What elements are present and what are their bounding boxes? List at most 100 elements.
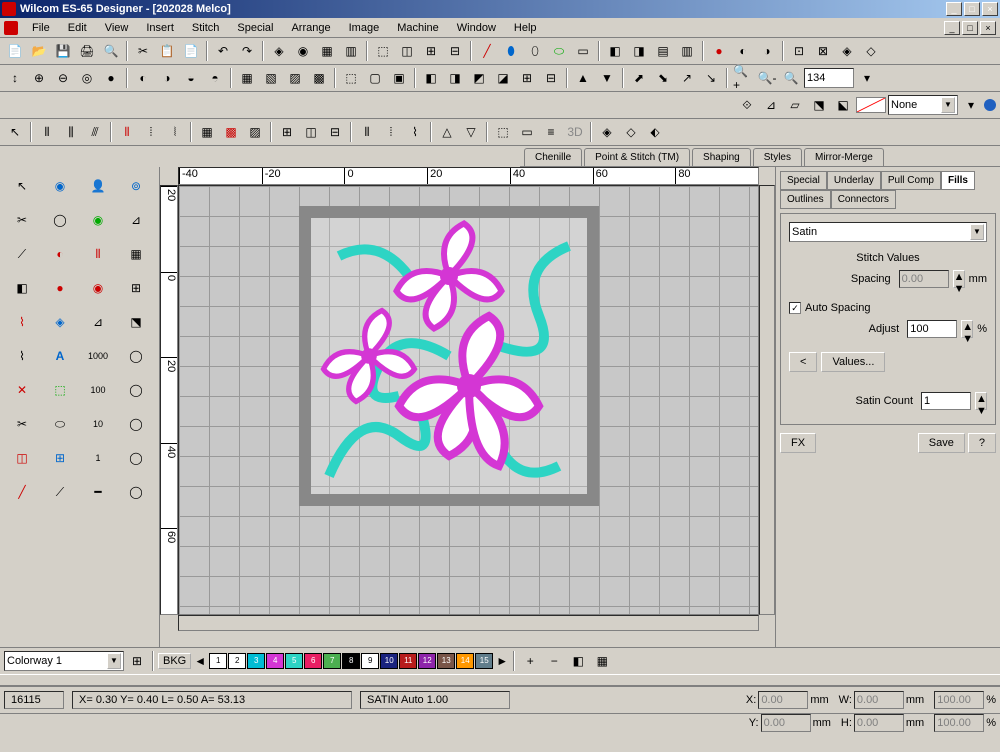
open-button[interactable]: 📂 bbox=[28, 40, 50, 62]
dropdown-arrow-icon[interactable]: ▾ bbox=[856, 67, 878, 89]
paste-button[interactable]: 📄 bbox=[180, 40, 202, 62]
stitch-tool[interactable]: ⫻ bbox=[84, 121, 106, 143]
tab-connectors[interactable]: Connectors bbox=[831, 190, 896, 209]
design-canvas[interactable] bbox=[178, 185, 759, 615]
dropdown-arrow-icon[interactable]: ▼ bbox=[970, 224, 984, 240]
minimize-button[interactable]: _ bbox=[946, 2, 962, 16]
add-color-button[interactable]: + bbox=[519, 650, 541, 672]
tool[interactable]: ◧ bbox=[4, 273, 40, 303]
remove-color-button[interactable]: − bbox=[543, 650, 565, 672]
tool-button[interactable]: ⊟ bbox=[540, 67, 562, 89]
menu-file[interactable]: File bbox=[24, 20, 58, 36]
tool-button[interactable]: ▦ bbox=[236, 67, 258, 89]
tool-button[interactable]: ◐ bbox=[732, 40, 754, 62]
color-swatch[interactable]: 14 bbox=[456, 653, 474, 669]
tool-button[interactable]: ◎ bbox=[76, 67, 98, 89]
child-minimize-button[interactable]: _ bbox=[944, 21, 960, 35]
tool[interactable]: ◉ bbox=[80, 205, 116, 235]
tool[interactable]: ⊚ bbox=[118, 171, 154, 201]
tool-button[interactable]: ▩ bbox=[308, 67, 330, 89]
stitch-tool[interactable]: ▽ bbox=[460, 121, 482, 143]
tool-button[interactable]: ⟐ bbox=[736, 94, 758, 116]
tool[interactable]: ⬚ bbox=[42, 375, 78, 405]
color-swatch[interactable]: 1 bbox=[209, 653, 227, 669]
tool-button[interactable]: ● bbox=[708, 40, 730, 62]
stitch-tool[interactable]: ⊞ bbox=[276, 121, 298, 143]
color-swatch[interactable]: 6 bbox=[304, 653, 322, 669]
tool-button[interactable]: ◉ bbox=[292, 40, 314, 62]
tool[interactable]: ━ bbox=[80, 477, 116, 507]
color-swatch[interactable]: 7 bbox=[323, 653, 341, 669]
tool-button[interactable]: ⊞ bbox=[420, 40, 442, 62]
dropdown-arrow-icon[interactable]: ▼ bbox=[107, 653, 121, 669]
tool-button[interactable]: ◪ bbox=[492, 67, 514, 89]
tool-button[interactable]: ⊿ bbox=[760, 94, 782, 116]
tool-button[interactable]: ⬕ bbox=[832, 94, 854, 116]
color-swatch[interactable]: 15 bbox=[475, 653, 493, 669]
preview-button[interactable]: 🔍 bbox=[100, 40, 122, 62]
tool-button[interactable]: ▱ bbox=[784, 94, 806, 116]
stitch-tool[interactable]: ⦀ bbox=[356, 121, 378, 143]
tool[interactable]: 1000 bbox=[80, 341, 116, 371]
color-swatch[interactable]: 2 bbox=[228, 653, 246, 669]
tab-special[interactable]: Special bbox=[780, 171, 827, 190]
tool-button[interactable]: ● bbox=[100, 67, 122, 89]
tool-button[interactable]: ╱ bbox=[476, 40, 498, 62]
nav-next-button[interactable]: ► bbox=[495, 653, 509, 669]
tab-styles[interactable]: Styles bbox=[753, 148, 802, 166]
stitch-tool[interactable]: ▩ bbox=[220, 121, 242, 143]
stitch-tool[interactable]: ◈ bbox=[596, 121, 618, 143]
menu-image[interactable]: Image bbox=[341, 20, 388, 36]
values-button[interactable]: Values... bbox=[821, 352, 885, 372]
tool[interactable]: ✂ bbox=[4, 409, 40, 439]
tool-button[interactable]: ↕ bbox=[4, 67, 26, 89]
tool-button[interactable]: ▥ bbox=[340, 40, 362, 62]
tool-button[interactable]: ⊟ bbox=[444, 40, 466, 62]
dropdown-arrow-icon[interactable]: ▼ bbox=[941, 97, 955, 113]
tool[interactable]: ⊿ bbox=[118, 205, 154, 235]
tool[interactable]: ◯ bbox=[118, 375, 154, 405]
maximize-button[interactable]: □ bbox=[964, 2, 980, 16]
satin-count-spinner[interactable]: ▲▼ bbox=[975, 392, 987, 410]
tab-outlines[interactable]: Outlines bbox=[780, 190, 831, 209]
print-button[interactable]: 🖨 bbox=[76, 40, 98, 62]
tool-button[interactable]: ⊠ bbox=[812, 40, 834, 62]
copy-button[interactable]: 📋 bbox=[156, 40, 178, 62]
menu-special[interactable]: Special bbox=[229, 20, 281, 36]
tool-button[interactable]: ⬯ bbox=[524, 40, 546, 62]
tool[interactable]: ⌇ bbox=[4, 307, 40, 337]
values-nav-button[interactable]: < bbox=[789, 352, 817, 372]
select-tool[interactable]: ↖ bbox=[4, 121, 26, 143]
tool[interactable]: ◐ bbox=[42, 239, 78, 269]
tab-pull-comp[interactable]: Pull Comp bbox=[881, 171, 941, 190]
tool-button[interactable]: ◨ bbox=[444, 67, 466, 89]
colorway-tool[interactable]: ⊞ bbox=[126, 650, 148, 672]
tool-button[interactable]: ⊕ bbox=[28, 67, 50, 89]
tab-underlay[interactable]: Underlay bbox=[827, 171, 881, 190]
tool[interactable]: 10 bbox=[80, 409, 116, 439]
tab-fills[interactable]: Fills bbox=[941, 171, 975, 190]
tool[interactable]: ◯ bbox=[118, 477, 154, 507]
dropdown-arrow-icon[interactable]: ▾ bbox=[960, 94, 982, 116]
menu-machine[interactable]: Machine bbox=[389, 20, 447, 36]
tool-button[interactable]: ◓ bbox=[204, 67, 226, 89]
zoom-out-button[interactable]: 🔍- bbox=[756, 67, 778, 89]
color-swatch[interactable]: 13 bbox=[437, 653, 455, 669]
stitch-tool[interactable]: ⫼ bbox=[60, 121, 82, 143]
tool-button[interactable]: ▦ bbox=[316, 40, 338, 62]
colorway-dropdown[interactable]: Colorway 1 ▼ bbox=[4, 651, 124, 671]
tool-button[interactable]: ↗ bbox=[676, 67, 698, 89]
tool[interactable]: ◉ bbox=[42, 171, 78, 201]
stitch-tool[interactable]: ▦ bbox=[196, 121, 218, 143]
tool-button[interactable]: ⬚ bbox=[372, 40, 394, 62]
menu-view[interactable]: View bbox=[97, 20, 137, 36]
tool-button[interactable]: ⬔ bbox=[808, 94, 830, 116]
stitch-tool[interactable]: ⬚ bbox=[492, 121, 514, 143]
tool-button[interactable]: ▤ bbox=[652, 40, 674, 62]
new-button[interactable]: 📄 bbox=[4, 40, 26, 62]
stitch-tool[interactable]: ⬖ bbox=[644, 121, 666, 143]
tool-button[interactable]: ◧ bbox=[604, 40, 626, 62]
tab-mirror-merge[interactable]: Mirror-Merge bbox=[804, 148, 884, 166]
tool[interactable]: 👤 bbox=[80, 171, 116, 201]
tool-button[interactable]: ⬊ bbox=[652, 67, 674, 89]
